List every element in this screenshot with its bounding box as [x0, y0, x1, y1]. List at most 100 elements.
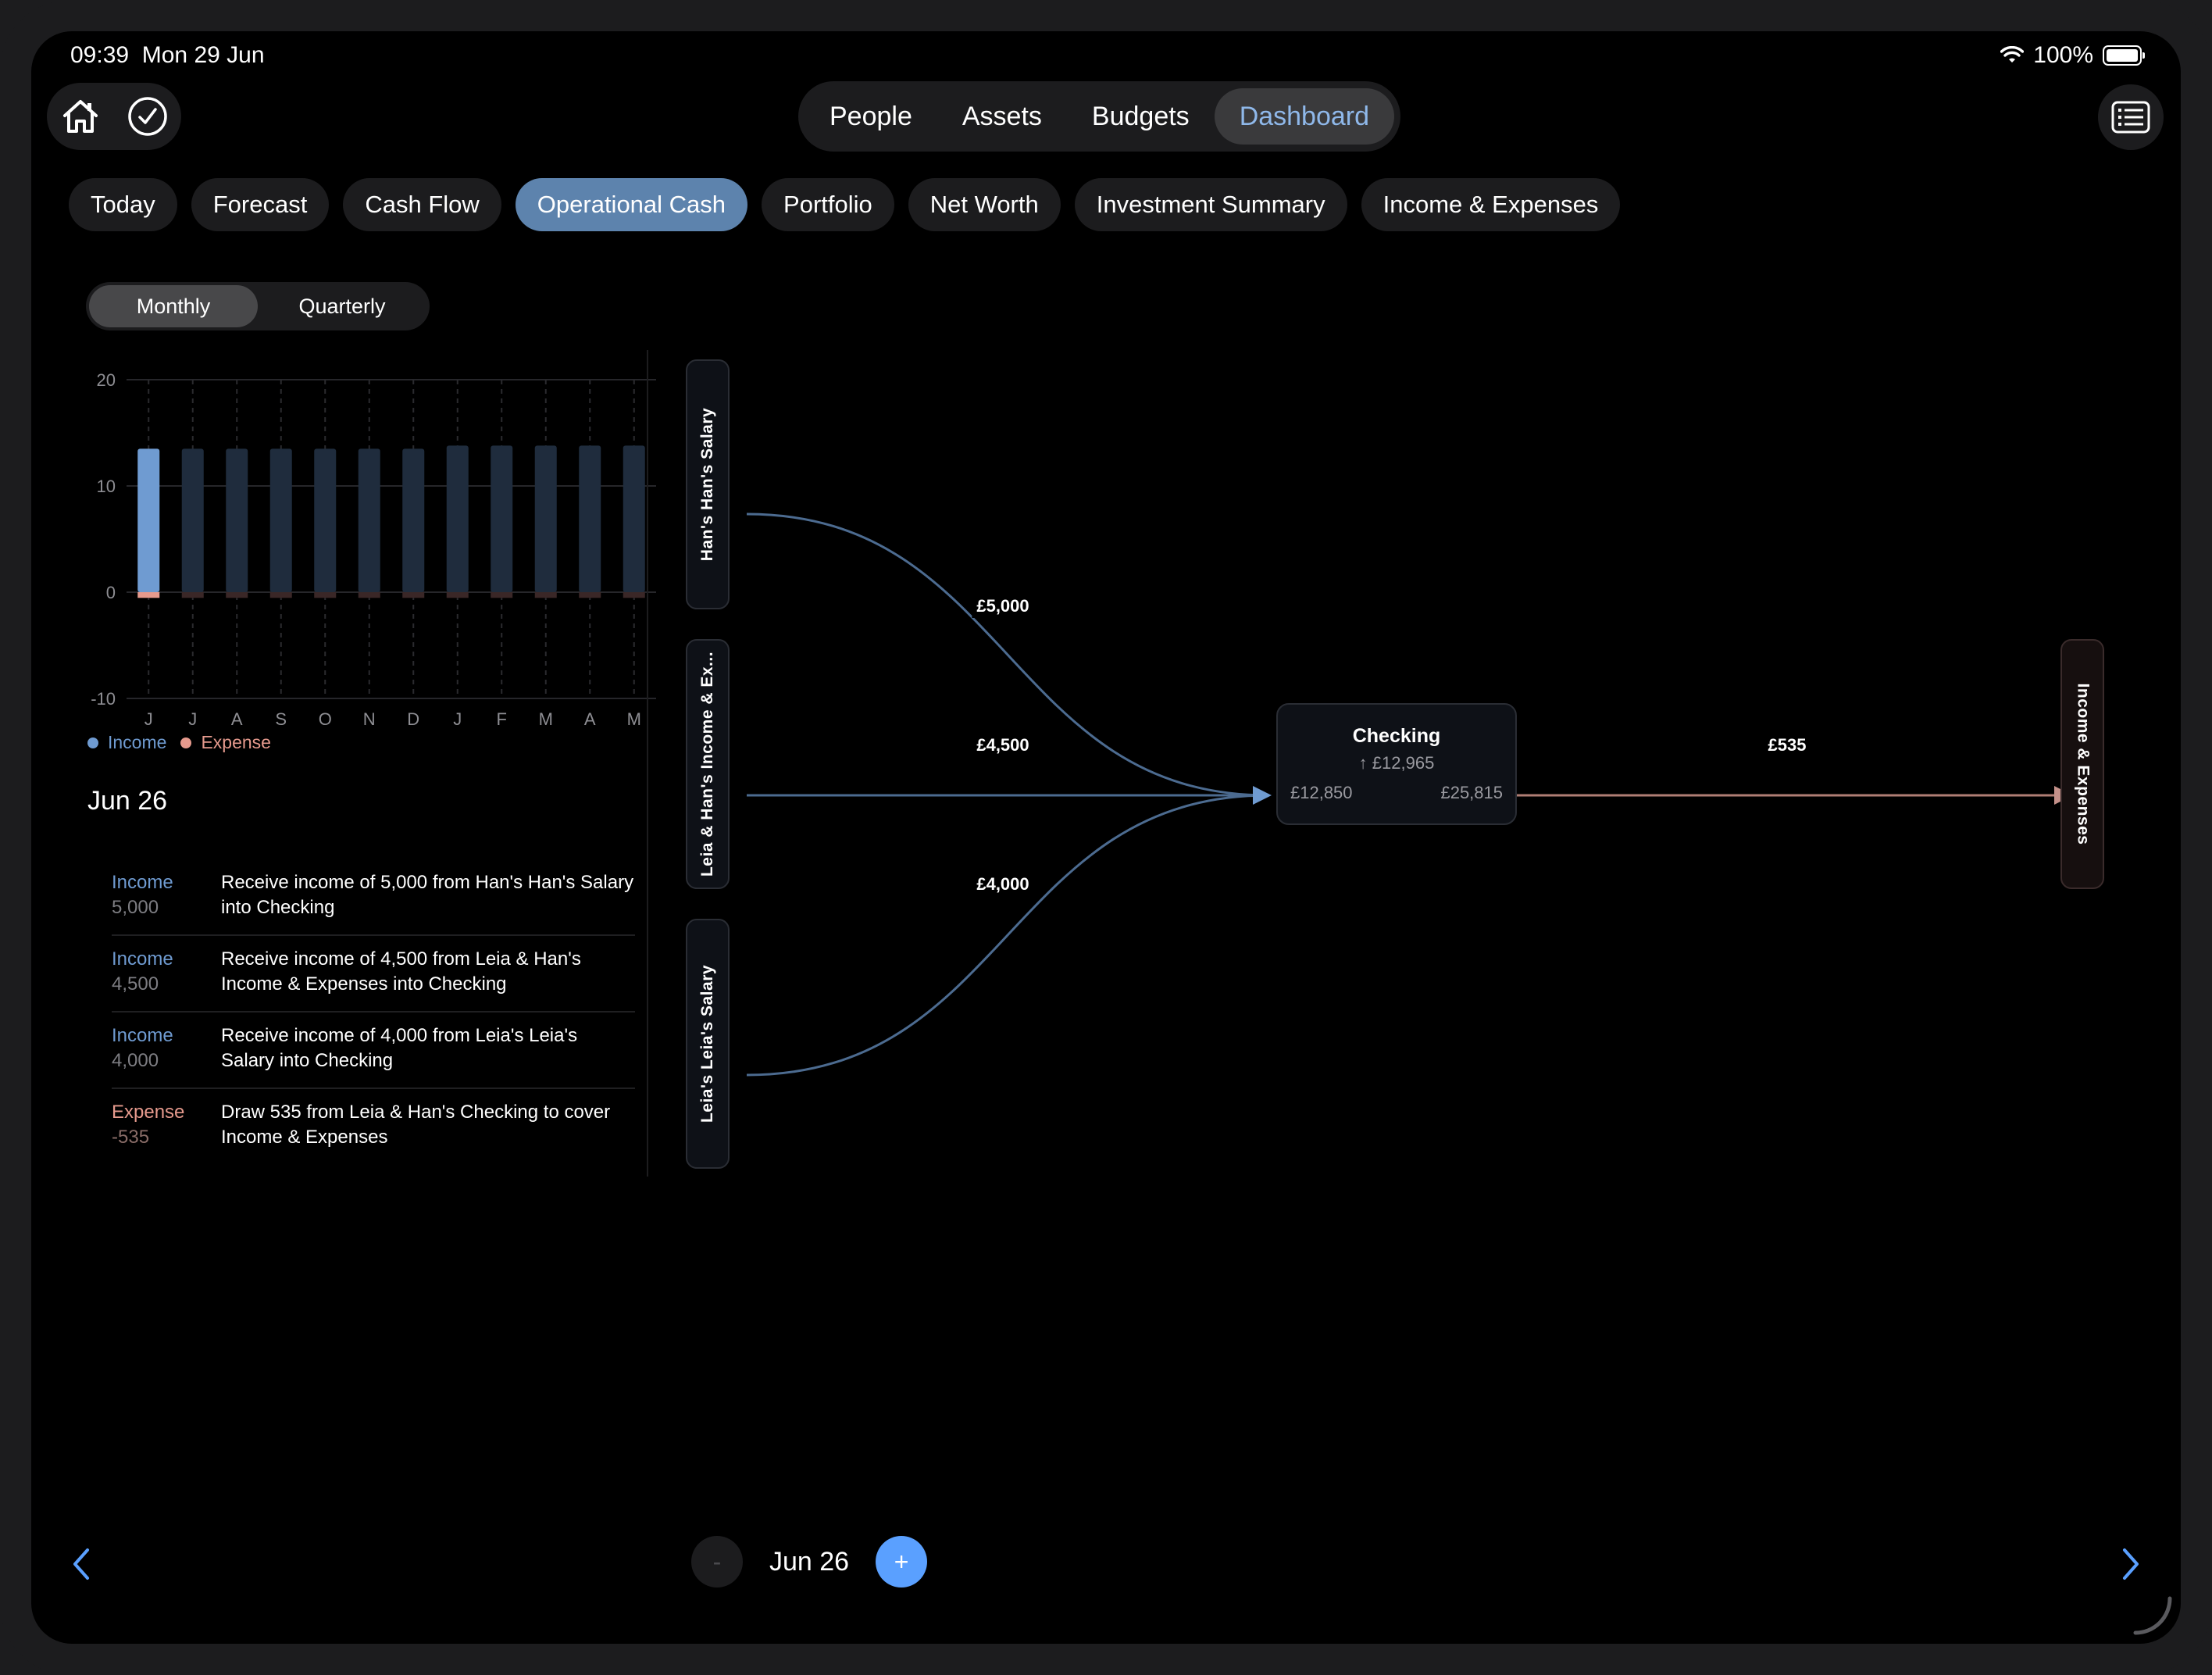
- income-bar: [579, 445, 601, 592]
- tab-forecast[interactable]: Forecast: [191, 178, 330, 231]
- battery-percent: 100%: [2033, 42, 2093, 68]
- y-tick-label: 20: [97, 370, 116, 390]
- step-back-button[interactable]: -: [691, 1536, 743, 1588]
- expense-bar: [181, 592, 204, 598]
- income-bar: [269, 448, 292, 592]
- home-icon: [63, 100, 98, 133]
- panel-divider: [647, 350, 648, 1177]
- destination-node-income-expenses[interactable]: Income & Expenses: [2060, 639, 2104, 889]
- y-tick-label: -10: [91, 689, 116, 709]
- income-expense-bar-chart[interactable]: 20 10 0 -10 J J A S O N D J F M A M: [78, 344, 672, 734]
- legend-income-dot: [87, 737, 98, 748]
- checkmark-circle-icon: [128, 97, 167, 136]
- period-monthly[interactable]: Monthly: [89, 285, 258, 327]
- x-tick-label: M: [627, 709, 641, 729]
- quick-actions: [47, 83, 181, 150]
- account-change: ↑ £12,965: [1358, 753, 1435, 773]
- source-label: Leia's Leia's Salary: [698, 964, 717, 1123]
- tab-investment-summary[interactable]: Investment Summary: [1074, 178, 1347, 231]
- source-node-hans-salary[interactable]: Han's Han's Salary: [686, 359, 730, 609]
- income-bar: [402, 448, 425, 592]
- expense-bar: [314, 592, 337, 598]
- transaction-kind: Income 4,500: [112, 947, 221, 997]
- y-tick-label: 10: [97, 477, 116, 496]
- x-tick-label: M: [539, 709, 553, 729]
- source-node-leias-salary[interactable]: Leia's Leia's Salary: [686, 919, 730, 1169]
- transaction-kind: Expense -535: [112, 1100, 221, 1150]
- legend-income: Income: [108, 732, 167, 752]
- transaction-row[interactable]: Income 4,500 Receive income of 4,500 fro…: [112, 936, 635, 1012]
- chevron-left-icon: [73, 1548, 89, 1580]
- transaction-description: Receive income of 4,000 from Leia's Leia…: [221, 1025, 578, 1071]
- resize-handle-icon[interactable]: [2131, 1594, 2175, 1638]
- transaction-list: Income 5,000 Receive income of 5,000 fro…: [112, 859, 635, 1164]
- previous-button[interactable]: [62, 1539, 100, 1589]
- income-bar: [491, 445, 513, 592]
- flow-link-leias-salary[interactable]: [746, 794, 1269, 1077]
- tab-income-expenses[interactable]: Income & Expenses: [1361, 178, 1621, 231]
- transaction-type: Income: [112, 1025, 173, 1046]
- income-bar: [358, 448, 380, 592]
- tab-operational-cash[interactable]: Operational Cash: [515, 178, 748, 231]
- status-clock: 09:39: [70, 42, 130, 68]
- account-node-checking[interactable]: Checking ↑ £12,965 £12,850 £25,815: [1276, 703, 1517, 825]
- list-icon: [2111, 101, 2150, 134]
- transaction-amount: -535: [112, 1127, 150, 1148]
- transaction-amount: 5,000: [112, 897, 159, 918]
- tab-cash-flow[interactable]: Cash Flow: [343, 178, 501, 231]
- dashboard-tabs: Today Forecast Cash Flow Operational Cas…: [69, 178, 1621, 231]
- x-tick-label: O: [319, 709, 332, 729]
- transaction-kind: Income 5,000: [112, 870, 221, 920]
- period-segmented-control: Monthly Quarterly: [86, 282, 430, 330]
- stepper-date: Jun 26: [769, 1546, 850, 1577]
- expense-bar: [623, 592, 645, 598]
- transaction-kind: Income 4,000: [112, 1023, 221, 1073]
- expense-bar: [358, 592, 380, 598]
- date-stepper: - Jun 26 +: [691, 1536, 928, 1588]
- battery-icon: [2103, 45, 2145, 66]
- home-button[interactable]: [55, 91, 105, 141]
- top-nav: People Assets Budgets Dashboard: [798, 81, 1401, 152]
- app-screen: 09:39 Mon 29 Jun 100% People Assets Budg…: [31, 31, 2181, 1644]
- expense-bar: [446, 592, 469, 598]
- flow-arrowhead-in: [1253, 786, 1272, 805]
- expense-bar: [269, 592, 292, 598]
- transaction-description: Receive income of 5,000 from Han's Han's…: [221, 872, 634, 918]
- check-button[interactable]: [123, 91, 173, 141]
- notes-button[interactable]: [2098, 84, 2164, 150]
- tab-portfolio[interactable]: Portfolio: [762, 178, 894, 231]
- source-node-income-expenses[interactable]: Leia & Han's Income & Ex...: [686, 639, 730, 889]
- expense-bar: [402, 592, 425, 598]
- nav-people[interactable]: People: [805, 88, 937, 145]
- nav-dashboard[interactable]: Dashboard: [1214, 88, 1395, 145]
- transaction-amount: 4,500: [112, 973, 159, 995]
- step-forward-button[interactable]: +: [876, 1536, 928, 1588]
- x-tick-label: A: [231, 709, 243, 729]
- transaction-row[interactable]: Expense -535 Draw 535 from Leia & Han's …: [112, 1089, 635, 1164]
- x-tick-label: J: [144, 709, 153, 729]
- tab-net-worth[interactable]: Net Worth: [908, 178, 1061, 231]
- flow-label-4000: £4,000: [972, 873, 1034, 896]
- expense-bar: [491, 592, 513, 598]
- transaction-description: Receive income of 4,500 from Leia & Han'…: [221, 948, 581, 995]
- period-quarterly[interactable]: Quarterly: [258, 285, 426, 327]
- x-tick-label: S: [275, 709, 287, 729]
- expense-bar: [534, 592, 557, 598]
- chart-legend: Income Expense: [87, 732, 271, 753]
- detail-date: Jun 26: [87, 786, 168, 816]
- income-bar: [226, 448, 248, 592]
- income-bar: [181, 448, 204, 592]
- x-tick-label: J: [453, 709, 462, 729]
- flow-label-5000: £5,000: [972, 595, 1034, 618]
- x-tick-label: A: [584, 709, 596, 729]
- flow-label-4500: £4,500: [972, 734, 1034, 757]
- account-start-balance: £12,850: [1290, 783, 1353, 802]
- transaction-row[interactable]: Income 5,000 Receive income of 5,000 fro…: [112, 859, 635, 936]
- tab-today[interactable]: Today: [69, 178, 177, 231]
- nav-budgets[interactable]: Budgets: [1067, 88, 1215, 145]
- next-button[interactable]: [2112, 1539, 2150, 1589]
- nav-assets[interactable]: Assets: [937, 88, 1067, 145]
- x-tick-label: D: [407, 709, 419, 729]
- income-bar: [137, 448, 160, 592]
- transaction-row[interactable]: Income 4,000 Receive income of 4,000 fro…: [112, 1012, 635, 1089]
